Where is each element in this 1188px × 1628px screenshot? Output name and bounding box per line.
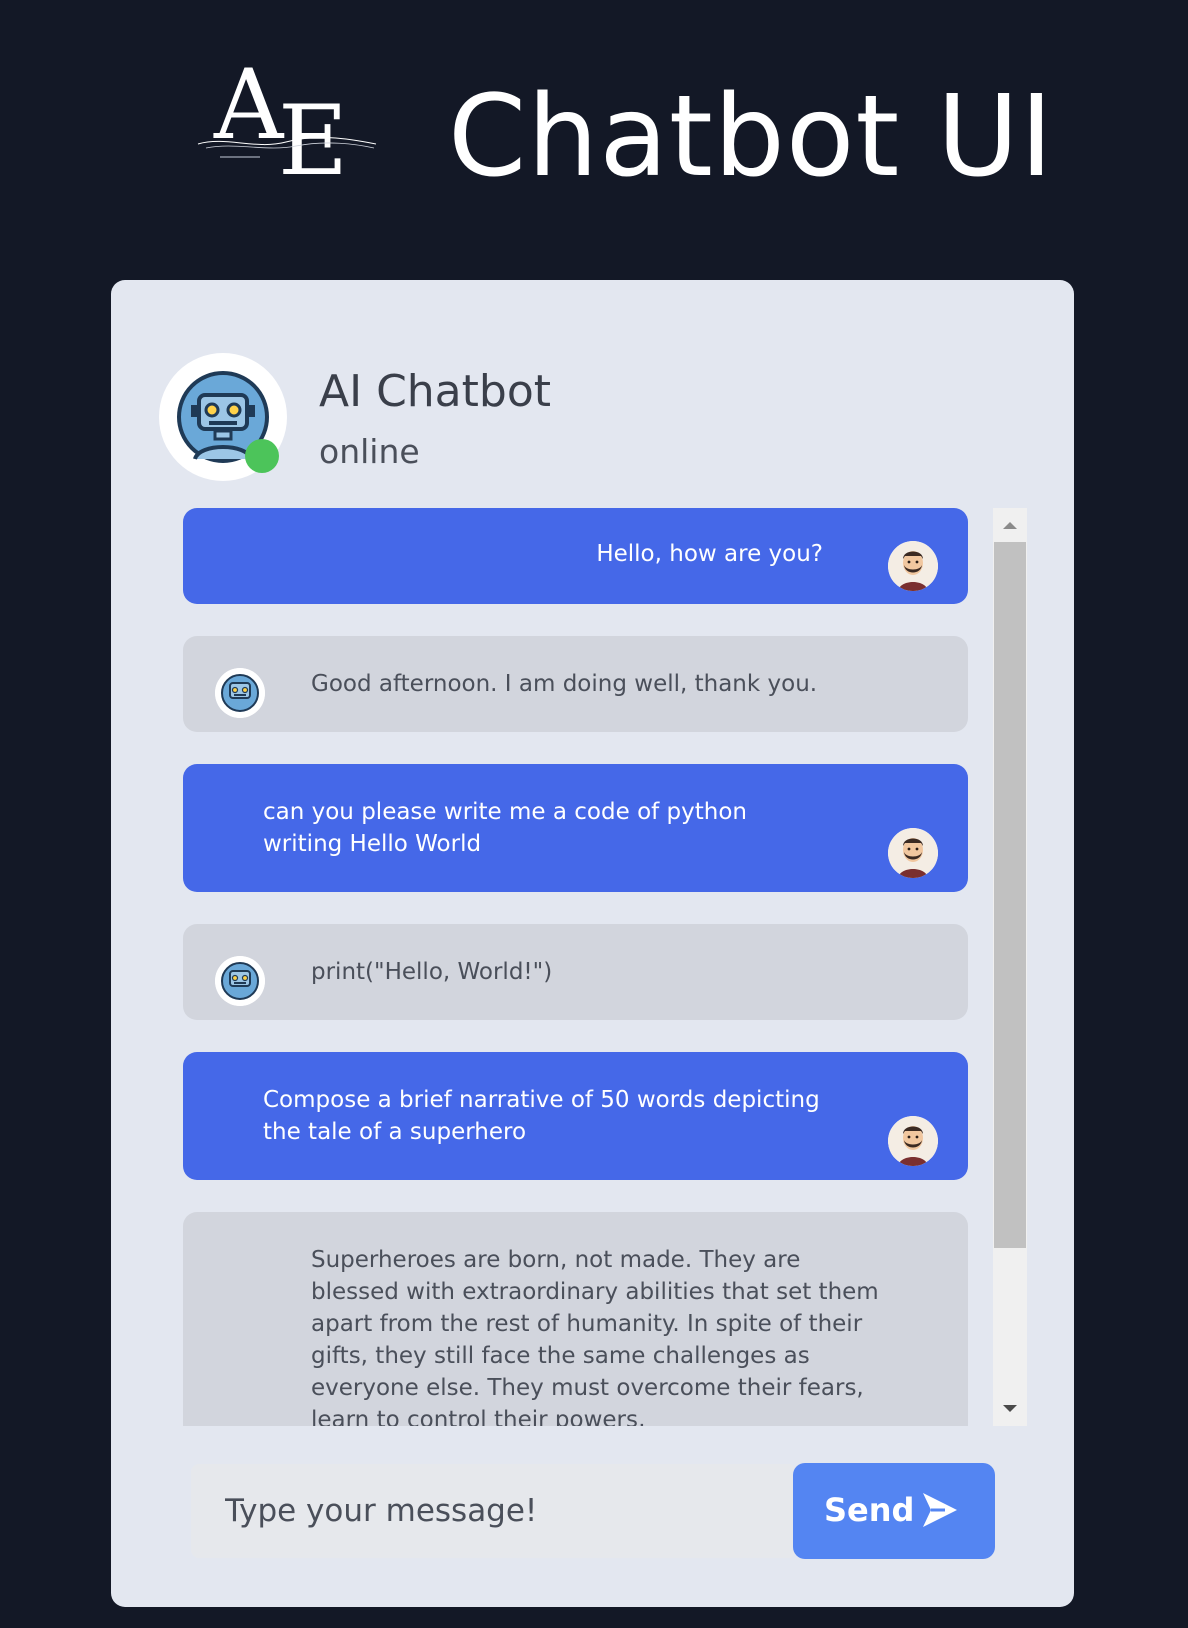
chat-card: AI Chatbot online Hello, how are you? Go… bbox=[111, 280, 1074, 1607]
user-message: can you please write me a code of python… bbox=[183, 764, 968, 892]
message-input[interactable] bbox=[191, 1464, 796, 1558]
user-avatar bbox=[888, 828, 938, 878]
message-text: Compose a brief narrative of 50 words de… bbox=[263, 1087, 820, 1145]
message-text: Superheroes are born, not made. They are… bbox=[311, 1247, 879, 1426]
bot-message: Good afternoon. I am doing well, thank y… bbox=[183, 636, 968, 732]
brand-logo: A E bbox=[196, 52, 386, 182]
message-scrollbar[interactable] bbox=[993, 508, 1027, 1426]
user-avatar-icon bbox=[888, 828, 938, 878]
online-status-dot bbox=[245, 439, 279, 473]
user-message: Compose a brief narrative of 50 words de… bbox=[183, 1052, 968, 1180]
svg-text:E: E bbox=[278, 85, 348, 182]
page-header: A E Chatbot UI bbox=[0, 0, 1188, 260]
bot-status: online bbox=[319, 432, 420, 471]
user-avatar-icon bbox=[888, 1116, 938, 1166]
scrollbar-thumb[interactable] bbox=[994, 542, 1026, 1248]
message-text: can you please write me a code of python… bbox=[263, 799, 747, 857]
user-avatar-icon bbox=[888, 541, 938, 591]
robot-icon bbox=[215, 956, 265, 1006]
bot-mini-avatar bbox=[215, 956, 265, 1006]
scroll-down-button[interactable] bbox=[993, 1392, 1027, 1426]
triangle-up-icon bbox=[1003, 522, 1017, 529]
message-text: Hello, how are you? bbox=[596, 541, 823, 567]
message-text: print("Hello, World!") bbox=[311, 959, 553, 985]
user-avatar bbox=[888, 1116, 938, 1166]
bot-message: print("Hello, World!") bbox=[183, 924, 968, 1020]
message-input-wrapper bbox=[191, 1464, 796, 1558]
triangle-down-icon bbox=[1003, 1405, 1017, 1412]
user-avatar bbox=[888, 541, 938, 591]
svg-text:A: A bbox=[213, 52, 285, 161]
bot-message: Superheroes are born, not made. They are… bbox=[183, 1212, 968, 1426]
send-button-label: Send bbox=[824, 1491, 915, 1529]
message-list[interactable]: Hello, how are you? Good afternoon. I am… bbox=[183, 508, 1035, 1426]
message-text: Good afternoon. I am doing well, thank y… bbox=[311, 671, 818, 697]
user-message: Hello, how are you? bbox=[183, 508, 968, 604]
bot-mini-avatar bbox=[215, 668, 265, 718]
bot-name: AI Chatbot bbox=[319, 366, 551, 417]
send-arrow-icon bbox=[919, 1489, 961, 1531]
page-title: Chatbot UI bbox=[448, 72, 1054, 202]
robot-icon bbox=[215, 668, 265, 718]
scroll-up-button[interactable] bbox=[993, 508, 1027, 542]
send-button[interactable]: Send bbox=[793, 1463, 995, 1559]
